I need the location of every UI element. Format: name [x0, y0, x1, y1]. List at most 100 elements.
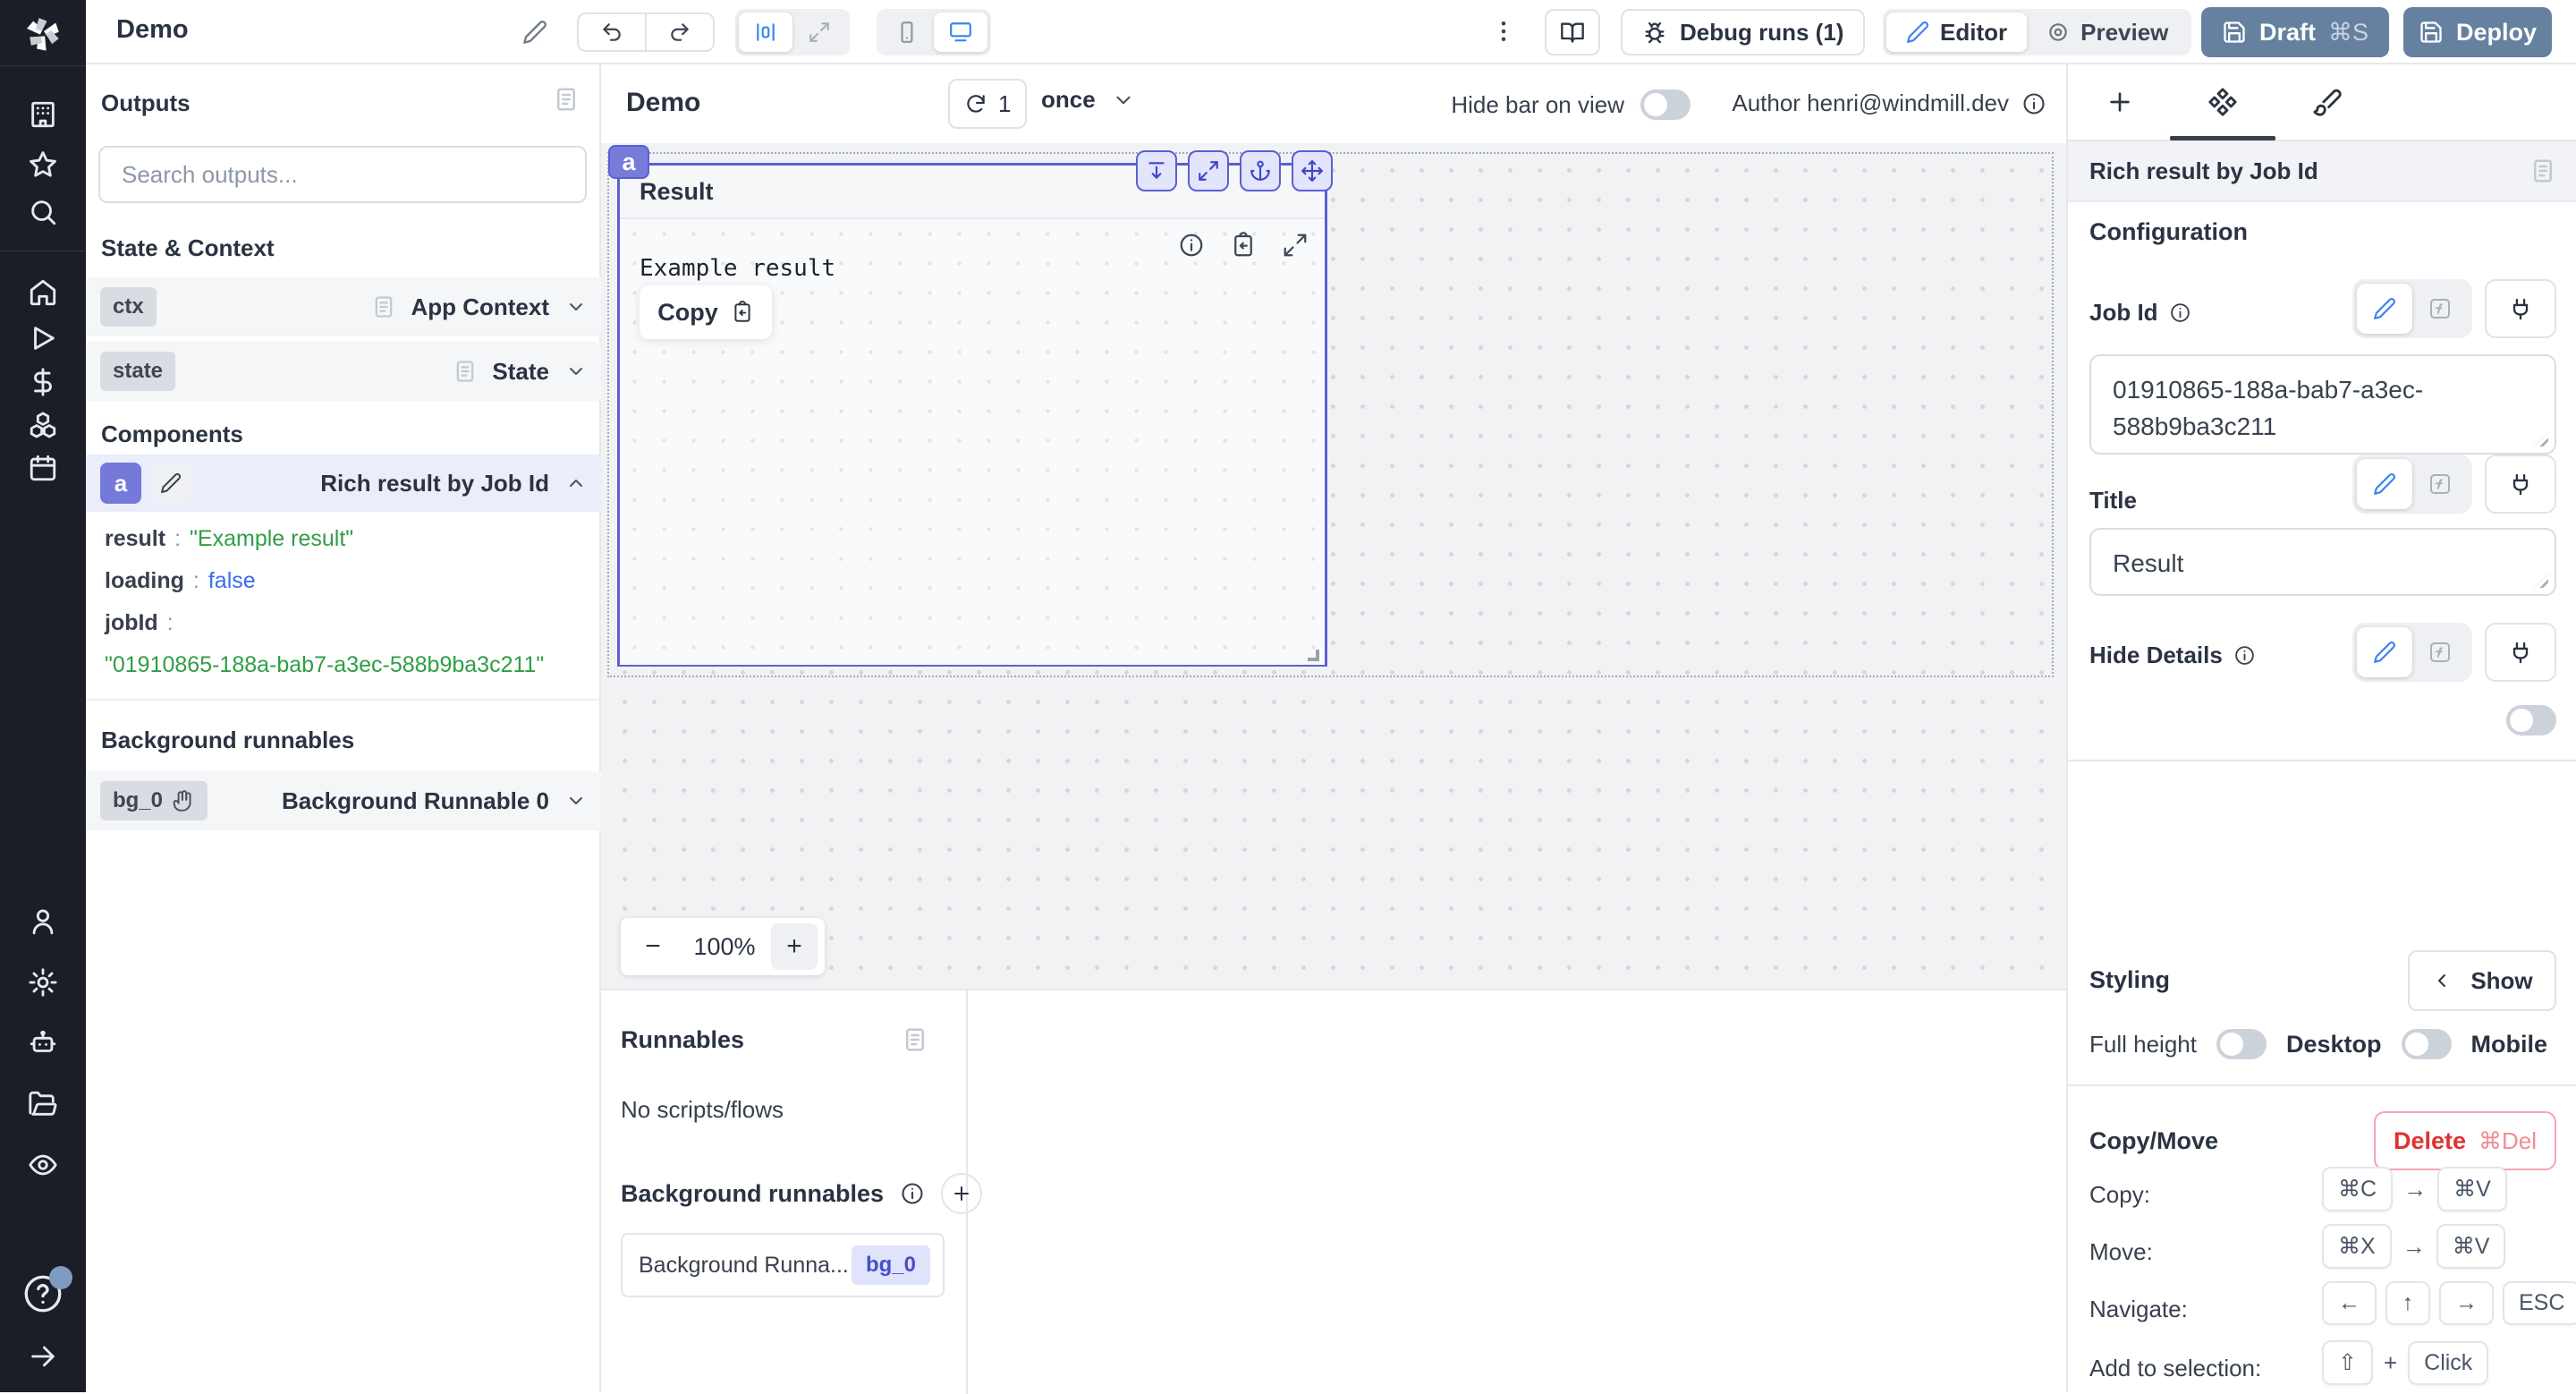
home-icon[interactable] [0, 268, 86, 318]
resize-grip-icon[interactable] [2534, 574, 2548, 588]
expand-icon[interactable] [1282, 232, 1309, 259]
panel-doc-icon[interactable] [553, 86, 580, 113]
expand-down-handle[interactable] [1136, 150, 1177, 191]
hide-details-toggle[interactable] [2506, 705, 2556, 735]
chevron-down-icon[interactable] [565, 296, 587, 318]
info-icon[interactable] [1178, 232, 1205, 259]
zoom-in-button[interactable]: + [771, 923, 818, 970]
connect-plug-button[interactable] [2485, 623, 2556, 682]
expression-fx-mode[interactable] [2412, 284, 2468, 334]
topbar: Demo Debug runs (1) Editor Preview Draft… [86, 0, 2576, 64]
chevron-up-icon[interactable] [565, 472, 587, 494]
runnables-title: Runnables [621, 1026, 745, 1053]
preview-tab[interactable]: Preview [2027, 13, 2188, 52]
expression-fx-mode[interactable] [2412, 459, 2468, 509]
chevron-down-icon[interactable] [565, 790, 587, 812]
info-icon[interactable] [2021, 91, 2046, 116]
user-icon[interactable] [0, 897, 86, 947]
component-row-selected[interactable]: a Rich result by Job Id [86, 455, 601, 512]
copy-button[interactable]: Copy [640, 285, 772, 339]
add-background-runnable-button[interactable] [941, 1173, 983, 1214]
title-input[interactable]: Result [2089, 528, 2556, 596]
settings-gear-icon[interactable] [0, 957, 86, 1007]
rename-pencil-icon[interactable] [150, 463, 191, 504]
info-icon[interactable] [2169, 302, 2191, 324]
tab-styling-brush[interactable] [2301, 64, 2354, 140]
app-canvas[interactable]: Result Example result Copy a − 100% + [601, 143, 2066, 989]
static-pencil-mode[interactable] [2357, 284, 2412, 334]
job-id-label-row: Job Id [2089, 299, 2191, 327]
expression-fx-mode[interactable] [2412, 627, 2468, 677]
search-icon[interactable] [0, 187, 86, 237]
connect-plug-button[interactable] [2485, 455, 2556, 514]
full-height-toggle[interactable] [2216, 1029, 2267, 1059]
folders-icon[interactable] [0, 1079, 86, 1129]
editor-tab[interactable]: Editor [1886, 13, 2028, 52]
tab-insert-plus[interactable] [2093, 64, 2147, 140]
key-esc: ESC [2503, 1281, 2576, 1325]
schedules-calendar-icon[interactable] [0, 443, 86, 493]
component-handles [1136, 150, 1333, 191]
mobile-view-button[interactable] [880, 13, 934, 52]
favorites-star-icon[interactable] [0, 140, 86, 190]
json-jobid-line[interactable]: jobId: [105, 610, 182, 636]
delete-button[interactable]: Delete ⌘Del [2374, 1111, 2556, 1170]
desktop-view-button[interactable] [934, 13, 987, 52]
fullwidth-layout-button[interactable] [792, 13, 846, 52]
json-loading-line[interactable]: loading: false [105, 568, 256, 594]
fullscreen-handle[interactable] [1188, 150, 1229, 191]
background-runnable-row[interactable]: bg_0 Background Runnable 0 [86, 771, 601, 830]
delete-label: Delete [2393, 1126, 2467, 1154]
hide-bar-toggle[interactable] [1640, 89, 1690, 120]
workspace-icon[interactable] [0, 89, 86, 140]
zoom-out-button[interactable]: − [628, 931, 678, 962]
more-menu-icon[interactable] [1490, 18, 1517, 49]
json-result-line[interactable]: result: "Example result" [105, 526, 353, 552]
redo-button[interactable] [647, 21, 713, 44]
info-icon[interactable] [900, 1181, 925, 1206]
edit-title-pencil-icon[interactable] [522, 20, 547, 45]
chevron-down-icon[interactable] [565, 361, 587, 382]
component-tag-badge[interactable]: a [608, 145, 649, 179]
undo-button[interactable] [579, 21, 645, 44]
layout-toggle-group [735, 9, 850, 55]
workers-bot-icon[interactable] [0, 1018, 86, 1068]
state-row[interactable]: state State [86, 342, 601, 401]
rich-result-component[interactable]: Result Example result Copy [617, 163, 1327, 667]
tab-component-settings[interactable] [2196, 64, 2250, 140]
anchor-handle[interactable] [1240, 150, 1281, 191]
static-pencil-mode[interactable] [2357, 459, 2412, 509]
static-pencil-mode[interactable] [2357, 627, 2412, 677]
background-runnable-card[interactable]: Background Runna... bg_0 [621, 1233, 945, 1297]
chevron-down-icon [1112, 89, 1135, 112]
panel-doc-icon[interactable] [902, 1026, 928, 1053]
deploy-button[interactable]: Deploy [2403, 7, 2552, 57]
runs-play-icon[interactable] [0, 313, 86, 363]
clipboard-icon[interactable] [1230, 232, 1257, 259]
connect-plug-button[interactable] [2485, 279, 2556, 338]
ctx-row[interactable]: ctx App Context [86, 277, 601, 336]
resize-grip-icon[interactable] [2534, 432, 2548, 446]
json-jobid-value[interactable]: "01910865-188a-bab7-a3ec-588b9ba3c211" [105, 652, 544, 678]
refresh-button[interactable]: 1 [948, 79, 1028, 129]
move-handle[interactable] [1292, 150, 1333, 191]
docs-book-button[interactable] [1545, 9, 1600, 55]
panel-doc-icon[interactable] [2529, 157, 2556, 184]
search-outputs-input[interactable] [98, 146, 587, 203]
centered-layout-button[interactable] [739, 13, 792, 52]
windmill-logo[interactable] [0, 9, 86, 59]
collapse-arrow-icon[interactable] [0, 1331, 86, 1381]
audit-eye-icon[interactable] [0, 1140, 86, 1190]
component-resize-handle[interactable] [1308, 650, 1319, 661]
debug-runs-button[interactable]: Debug runs (1) [1621, 9, 1866, 55]
key-click: Click [2408, 1340, 2489, 1385]
draft-button[interactable]: Draft ⌘S [2201, 7, 2389, 57]
author-info: Author henri@windmill.dev [1732, 89, 2046, 117]
settings-tabbar [2068, 64, 2576, 141]
desktop-mobile-toggle[interactable] [2401, 1029, 2452, 1059]
help-icon[interactable] [0, 1266, 86, 1319]
job-id-input[interactable]: 01910865-188a-bab7-a3ec-588b9ba3c211 [2089, 354, 2556, 455]
info-icon[interactable] [2233, 644, 2256, 667]
styling-show-button[interactable]: Show [2408, 950, 2556, 1011]
schedule-dropdown[interactable]: once [1041, 86, 1135, 114]
